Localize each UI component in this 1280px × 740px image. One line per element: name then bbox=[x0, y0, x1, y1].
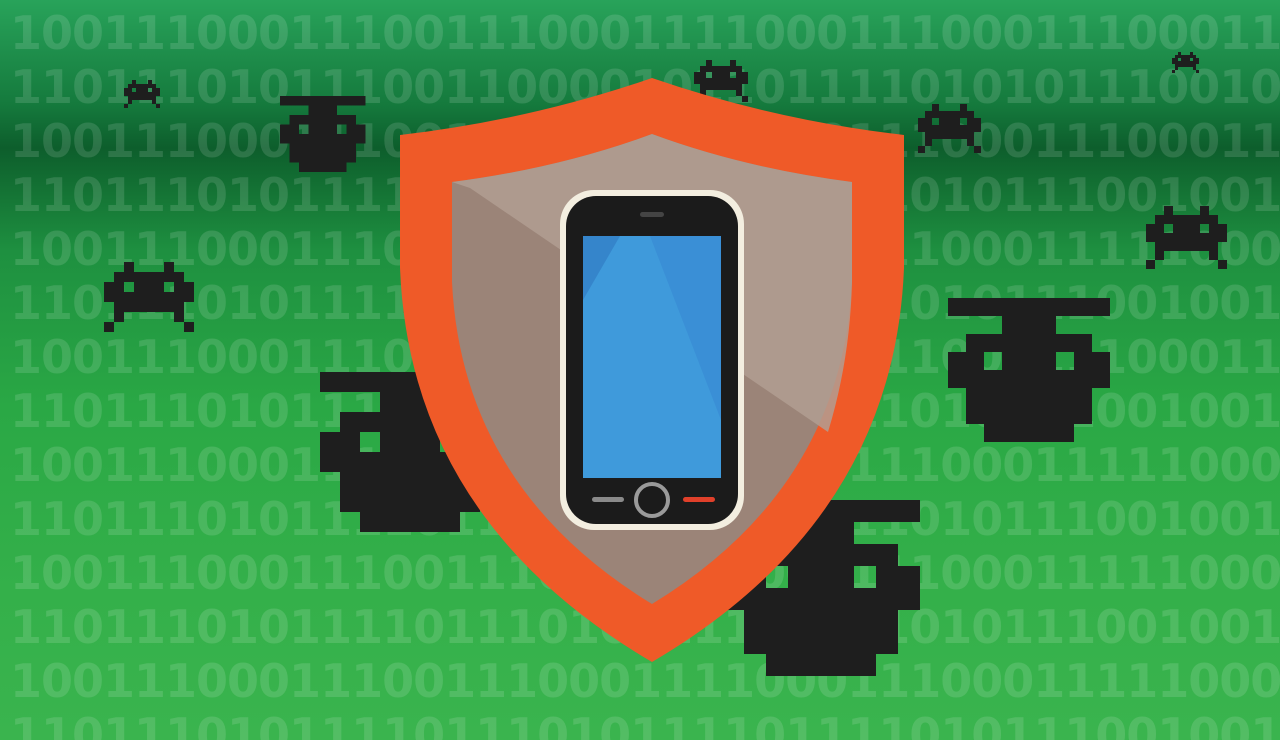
bug-icon bbox=[280, 96, 366, 172]
bug-icon bbox=[124, 80, 160, 108]
bug-icon bbox=[948, 298, 1110, 442]
bug-icon bbox=[1172, 52, 1199, 73]
bug-icon bbox=[1146, 206, 1227, 269]
bug-icon bbox=[918, 104, 981, 153]
illustration-canvas: 1001110001110011100011110001110001110001… bbox=[0, 0, 1280, 740]
smartphone-icon bbox=[560, 190, 744, 530]
bug-icon bbox=[104, 262, 194, 332]
bugs-layer bbox=[104, 52, 1227, 676]
